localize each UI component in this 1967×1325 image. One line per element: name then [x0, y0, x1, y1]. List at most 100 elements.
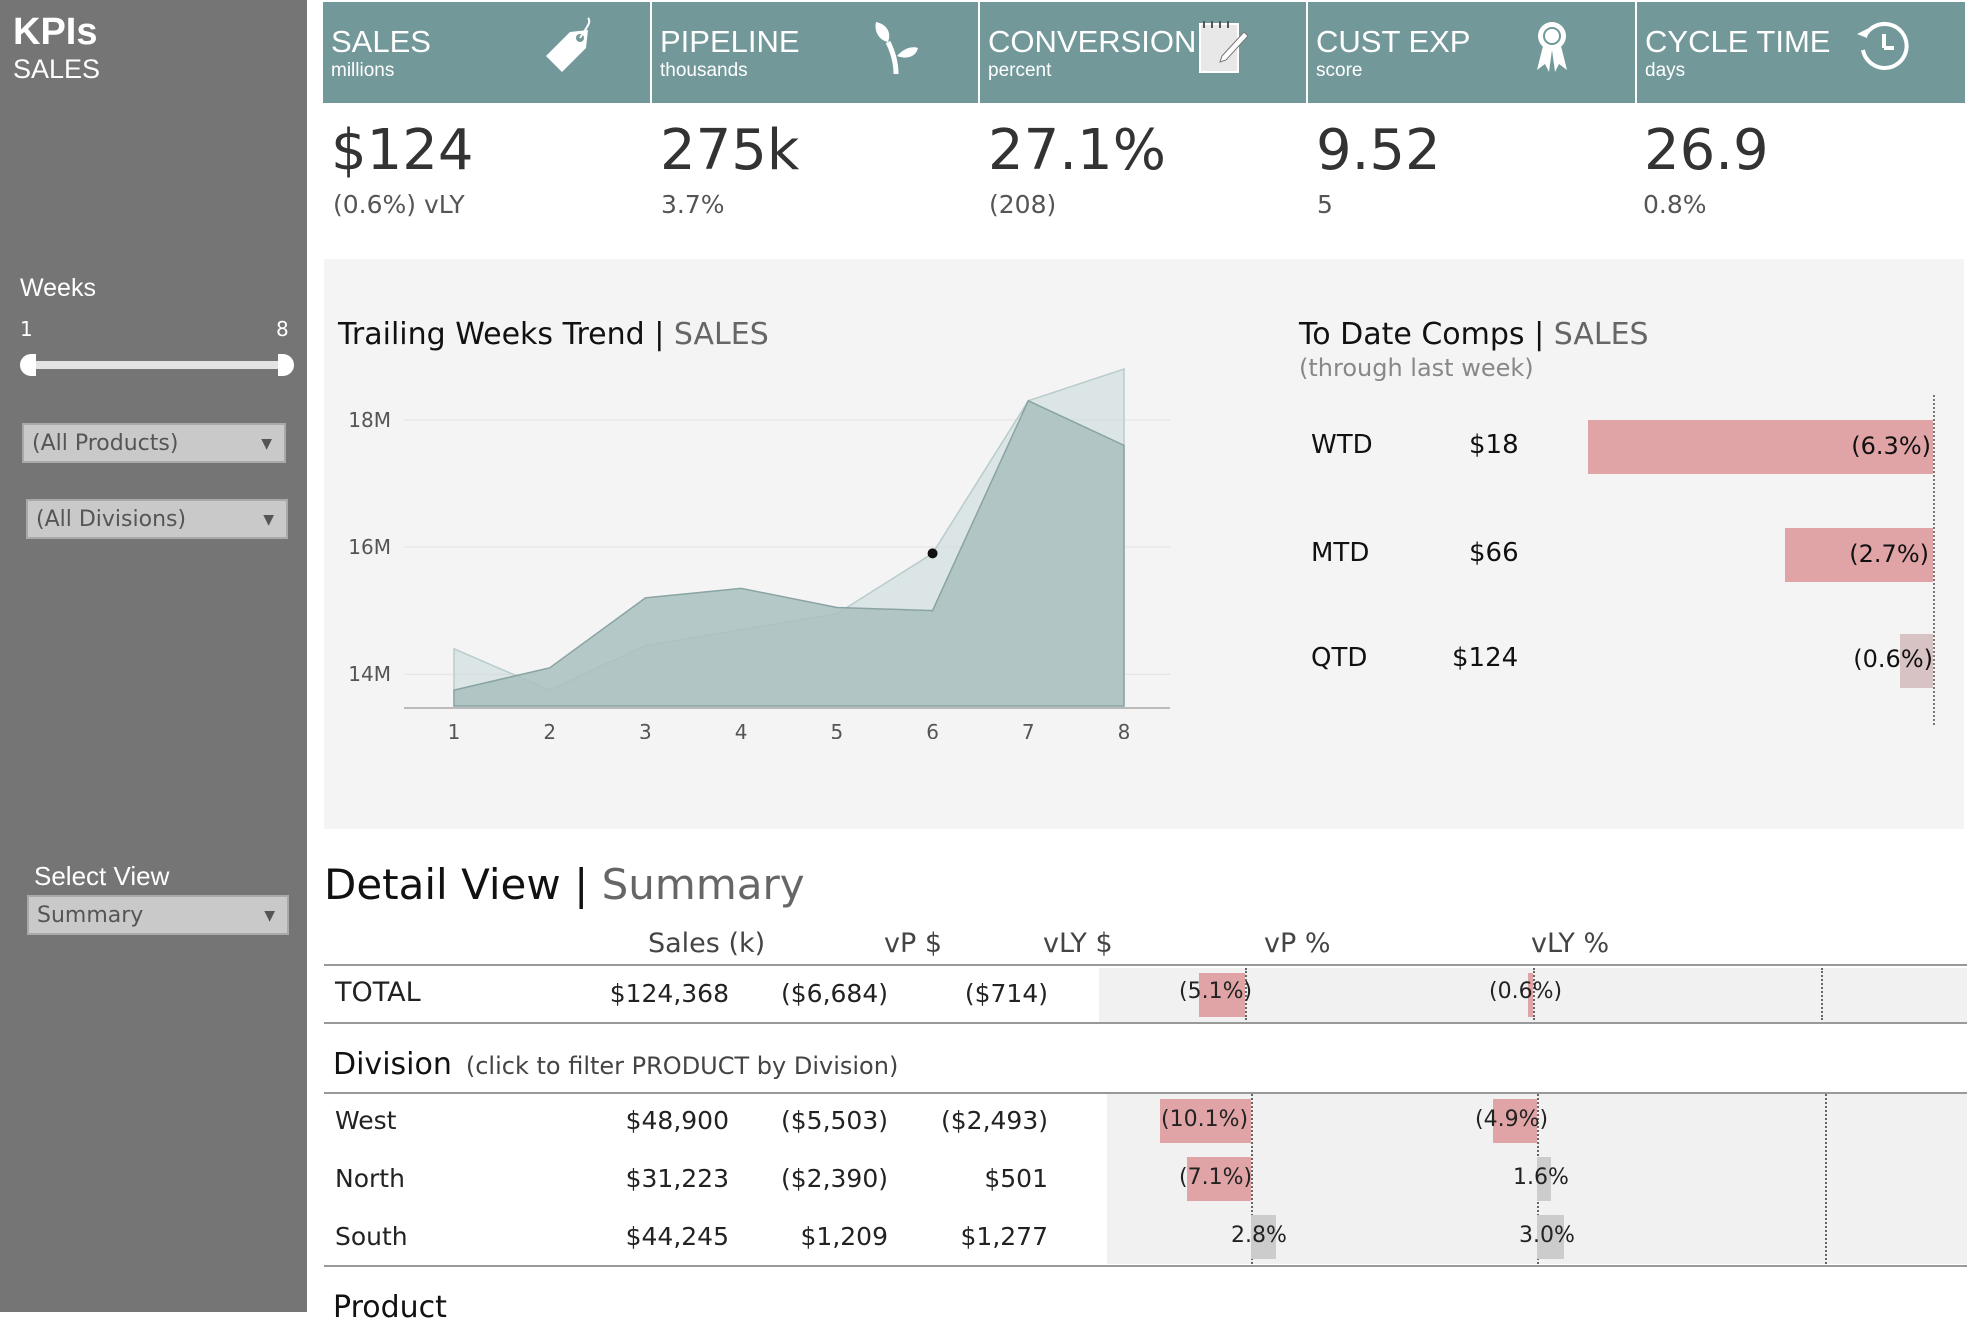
x-tick-label: 1 — [448, 720, 461, 739]
x-tick-label: 6 — [926, 720, 939, 739]
select-view-value: Summary — [37, 903, 144, 928]
select-view-dropdown[interactable]: Summary ▼ — [27, 895, 289, 935]
kpi-delta-pipeline: 3.7% — [661, 190, 725, 219]
division-vly-pct: (4.9%) — [1475, 1107, 1549, 1132]
kpi-unit: percent — [988, 60, 1052, 81]
kpi-name: CUST EXP — [1316, 24, 1471, 59]
division-label: South — [335, 1222, 408, 1251]
total-label: TOTAL — [335, 977, 421, 1008]
division-vly: $501 — [984, 1164, 1048, 1193]
divider — [324, 964, 1967, 966]
y-tick-label: 18M — [348, 408, 391, 432]
comps-value: $18 — [1469, 430, 1519, 460]
comps-period: WTD — [1311, 430, 1373, 460]
division-label: North — [335, 1164, 405, 1193]
x-tick-label: 7 — [1022, 720, 1035, 739]
division-vp: $1,209 — [800, 1222, 888, 1251]
kpi-delta-cycle-time: 0.8% — [1643, 190, 1707, 219]
detail-title-separator: | — [574, 860, 589, 909]
weeks-slider-min-handle[interactable] — [20, 354, 36, 376]
kpi-value-sales: $124 — [331, 118, 474, 183]
sprout-icon — [875, 22, 918, 75]
notepad-icon — [1199, 21, 1249, 73]
weeks-max-label: 8 — [276, 317, 289, 341]
comps-period: QTD — [1311, 643, 1368, 673]
division-header: Division — [333, 1047, 452, 1082]
x-tick-label: 2 — [543, 720, 556, 739]
col-header-vly-pct: vLY % — [1531, 928, 1610, 959]
division-vly: $1,277 — [960, 1222, 1048, 1251]
comps-pct: (2.7%) — [1849, 540, 1929, 568]
kpi-unit: days — [1645, 60, 1686, 81]
divisions-dropdown-value: (All Divisions) — [36, 507, 187, 532]
chevron-down-icon: ▼ — [263, 512, 274, 528]
kpi-name: CYCLE TIME — [1645, 24, 1831, 59]
division-vp-pct: (7.1%) — [1179, 1165, 1253, 1190]
kpi-unit: thousands — [660, 60, 748, 81]
sidebar-subtitle: SALES — [13, 54, 101, 84]
y-tick-label: 14M — [348, 662, 391, 686]
comps-pct: (6.3%) — [1851, 432, 1931, 460]
col-header-vly-dollar: vLY $ — [1043, 928, 1113, 959]
detail-title-view: Summary — [601, 860, 805, 909]
chevron-down-icon: ▼ — [264, 908, 275, 924]
kpi-header-cycle-time[interactable]: CYCLE TIME days — [1637, 2, 1965, 103]
products-dropdown-value: (All Products) — [32, 431, 179, 456]
highlight-point — [927, 548, 938, 559]
weeks-slider-max-handle[interactable] — [278, 354, 294, 376]
comps-subtitle: (through last week) — [1299, 354, 1534, 382]
comps-title: To Date Comps | SALES — [1299, 317, 1649, 352]
weeks-slider-track[interactable] — [26, 361, 286, 369]
kpi-header-pipeline[interactable]: PIPELINE thousands — [652, 2, 978, 103]
kpi-value-cycle-time: 26.9 — [1644, 118, 1769, 183]
kpi-header-conversion[interactable]: CONVERSION percent — [980, 2, 1306, 103]
division-vp-pct: 2.8% — [1231, 1223, 1287, 1248]
x-tick-label: 5 — [830, 720, 843, 739]
detail-view-title: Detail View | Summary — [324, 860, 805, 909]
price-tag-icon — [546, 17, 591, 72]
comps-title-separator: | — [1534, 317, 1545, 352]
comps-value: $66 — [1469, 538, 1519, 568]
col-header-sales: Sales (k) — [648, 928, 766, 959]
kpi-delta-cust-exp: 5 — [1317, 190, 1333, 219]
kpi-header-cust-exp[interactable]: CUST EXP score — [1308, 2, 1635, 103]
sidebar: KPIs SALES Weeks 1 8 (All Products) ▼ (A… — [0, 0, 307, 1312]
kpi-unit: millions — [331, 60, 395, 81]
x-tick-label: 8 — [1118, 720, 1131, 739]
products-dropdown[interactable]: (All Products) ▼ — [22, 423, 286, 463]
col-header-vp-pct: vP % — [1264, 928, 1331, 959]
award-ribbon-icon — [1537, 22, 1567, 72]
divider — [324, 1022, 1967, 1024]
product-section-header: Product — [333, 1290, 447, 1325]
total-vp-pct: (5.1%) — [1179, 979, 1253, 1004]
division-vly: ($2,493) — [941, 1106, 1048, 1135]
divisions-dropdown[interactable]: (All Divisions) ▼ — [26, 499, 288, 539]
kpi-header-sales[interactable]: SALES millions — [323, 2, 650, 103]
division-section-header: Division (click to filter PRODUCT by Divi… — [333, 1047, 898, 1082]
y-tick-label: 16M — [348, 535, 391, 559]
kpi-unit: score — [1316, 60, 1363, 81]
end-line — [1821, 968, 1823, 1020]
trend-panel: Trailing Weeks Trend | SALES 14M 16M 18M 1 2… — [324, 259, 1964, 829]
comps-zero-line — [1933, 395, 1935, 725]
trend-chart[interactable]: 14M 16M 18M 1 2 3 4 5 6 7 8 — [324, 259, 1204, 739]
comps-title-text: To Date Comps — [1299, 317, 1525, 352]
kpi-value-cust-exp: 9.52 — [1316, 118, 1441, 183]
kpi-delta-conversion: (208) — [989, 190, 1057, 219]
kpi-name: CONVERSION — [988, 24, 1197, 59]
divider — [324, 1265, 1967, 1267]
division-sales: $48,900 — [625, 1106, 729, 1135]
comps-value: $124 — [1452, 643, 1519, 673]
comps-title-measure: SALES — [1553, 317, 1649, 352]
division-label: West — [335, 1106, 397, 1135]
total-vly: ($714) — [964, 979, 1048, 1008]
total-vly-pct: (0.6%) — [1489, 979, 1563, 1004]
x-tick-label: 3 — [639, 720, 652, 739]
division-sales: $31,223 — [625, 1164, 729, 1193]
division-vp-pct: (10.1%) — [1161, 1107, 1249, 1132]
detail-title-text: Detail View — [324, 860, 561, 909]
division-vly-pct: 1.6% — [1513, 1165, 1569, 1190]
kpi-name: PIPELINE — [660, 24, 800, 59]
chevron-down-icon: ▼ — [261, 436, 272, 452]
kpi-value-conversion: 27.1% — [988, 118, 1166, 183]
